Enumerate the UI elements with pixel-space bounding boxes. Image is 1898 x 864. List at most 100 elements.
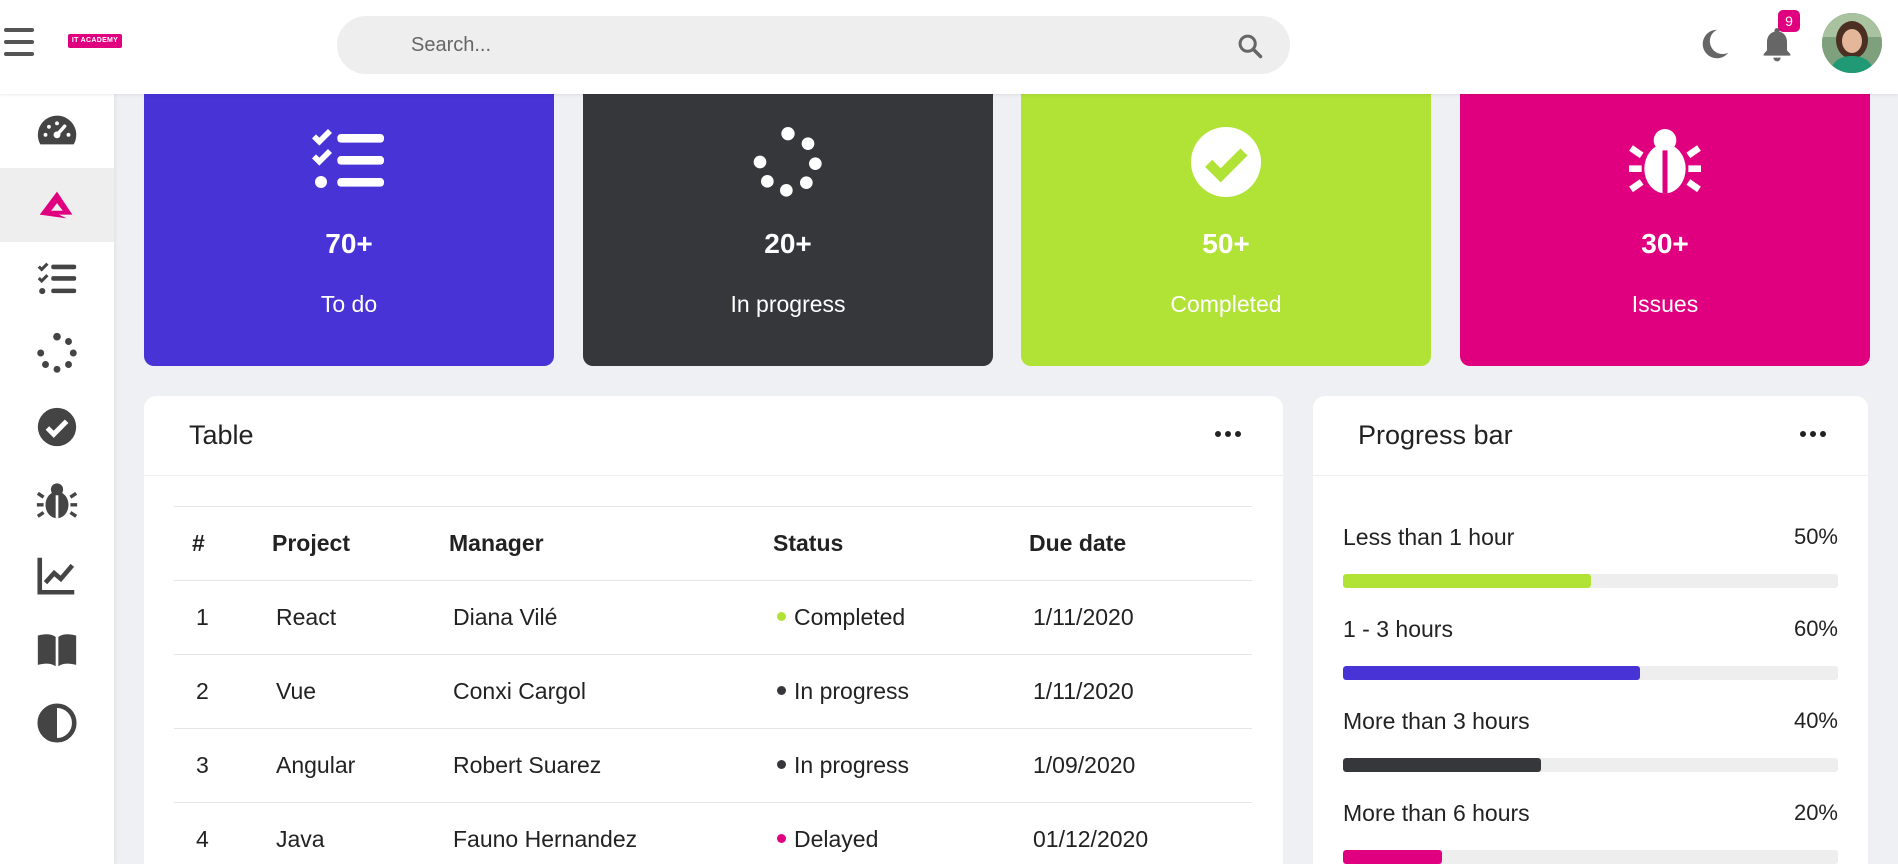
- stat-label: Issues: [1631, 291, 1699, 317]
- academy-logo-icon: [39, 191, 73, 219]
- notification-badge: 9: [1778, 10, 1800, 32]
- cell-status: In progress: [755, 654, 1011, 729]
- status-text: Completed: [794, 604, 906, 630]
- progress-label: 1 - 3 hours: [1343, 616, 1453, 642]
- table-row[interactable]: 3 Angular Robert Suarez In progress 1/09/202…: [174, 728, 1252, 803]
- cell-project: Angular: [254, 728, 431, 803]
- cell-project: Java: [254, 802, 431, 864]
- column-header-manager[interactable]: Manager: [431, 506, 755, 581]
- cell-due-date: 1/11/2020: [1011, 654, 1252, 729]
- dashboard-gauge-icon: [37, 115, 77, 145]
- cell-status: In progress: [755, 728, 1011, 803]
- dark-mode-moon-icon[interactable]: [1696, 26, 1732, 62]
- progress-fill: [1343, 758, 1541, 772]
- search-input[interactable]: [411, 28, 1211, 62]
- more-options-icon[interactable]: [1800, 429, 1826, 439]
- column-header-number[interactable]: #: [174, 506, 254, 581]
- progress-track: [1343, 758, 1838, 772]
- sidebar-item-theme[interactable]: [0, 686, 114, 760]
- cell-number: 3: [174, 728, 254, 803]
- progress-panel-title: Progress bar: [1358, 420, 1513, 450]
- progress-percent: 20%: [1793, 800, 1838, 825]
- status-dot-icon: [777, 612, 786, 622]
- cell-project: Vue: [254, 654, 431, 729]
- progress-track: [1343, 850, 1838, 864]
- contrast-icon: [37, 703, 77, 743]
- cell-manager: Fauno Hernandez: [431, 802, 755, 864]
- in-progress-spinner-icon: [37, 332, 77, 373]
- cell-manager: Diana Vilé: [431, 580, 755, 655]
- sidebar-item-issues[interactable]: [0, 464, 114, 538]
- user-avatar[interactable]: [1822, 13, 1882, 73]
- sidebar-item-dashboard[interactable]: [0, 94, 114, 168]
- stat-card-issues[interactable]: 30+ Issues: [1460, 94, 1870, 366]
- cell-status: Completed: [755, 580, 1011, 655]
- projects-table: # Project Manager Status Due date 1 React…: [174, 506, 1252, 864]
- progress-label: More than 6 hours: [1343, 800, 1530, 826]
- cell-due-date: 01/12/2020: [1011, 802, 1252, 864]
- check-circle-icon: [1191, 127, 1261, 197]
- progress-label: More than 3 hours: [1343, 708, 1530, 734]
- sidebar-item-in-progress[interactable]: [0, 316, 114, 390]
- sidebar-item-todo[interactable]: [0, 242, 114, 316]
- column-header-project[interactable]: Project: [254, 506, 431, 581]
- status-text: In progress: [794, 678, 910, 704]
- cell-due-date: 1/11/2020: [1011, 580, 1252, 655]
- todo-list-icon: [37, 262, 77, 295]
- top-bar: IT ACADEMY 9: [0, 0, 1898, 94]
- sidebar-item-docs[interactable]: [0, 612, 114, 686]
- table-header-row: # Project Manager Status Due date: [174, 506, 1252, 581]
- progress-track: [1343, 666, 1838, 680]
- progress-percent: 50%: [1793, 524, 1838, 549]
- sidebar-item-academy[interactable]: [0, 168, 114, 242]
- checklist-icon: [311, 128, 384, 188]
- stat-count: 30+: [1641, 228, 1689, 259]
- column-header-status[interactable]: Status: [755, 506, 1011, 581]
- table-row[interactable]: 4 Java Fauno Hernandez Delayed 01/12/2020: [174, 802, 1252, 864]
- progress-panel: Progress bar Less than 1 hour 50% 1 - 3 ho…: [1313, 396, 1868, 864]
- status-dot-icon: [777, 686, 786, 696]
- stat-card-in-progress[interactable]: 20+ In progress: [583, 94, 993, 366]
- progress-percent: 60%: [1793, 616, 1838, 641]
- table-panel-title: Table: [189, 420, 254, 450]
- progress-fill: [1343, 574, 1591, 588]
- sidebar: [0, 94, 114, 864]
- cell-manager: Conxi Cargol: [431, 654, 755, 729]
- progress-label: Less than 1 hour: [1343, 524, 1515, 550]
- sidebar-item-statistics[interactable]: [0, 538, 114, 612]
- status-text: In progress: [794, 752, 910, 778]
- logo[interactable]: IT ACADEMY: [68, 34, 122, 48]
- table-row[interactable]: 1 React Diana Vilé Completed 1/11/2020: [174, 580, 1252, 655]
- search-bar: [337, 16, 1290, 74]
- progress-panel-header: Progress bar: [1313, 396, 1868, 476]
- hamburger-menu-icon[interactable]: [4, 28, 36, 58]
- stat-count: 50+: [1202, 228, 1250, 259]
- cell-manager: Robert Suarez: [431, 728, 755, 803]
- completed-check-icon: [37, 407, 77, 447]
- table-panel: Table # Project Manager Status Due date …: [144, 396, 1283, 864]
- stat-label: In progress: [730, 291, 846, 317]
- bug-icon: [36, 483, 78, 519]
- progress-fill: [1343, 666, 1640, 680]
- column-header-due-date[interactable]: Due date: [1011, 506, 1252, 581]
- stat-label: Completed: [1170, 291, 1282, 317]
- table-panel-header: Table: [144, 396, 1283, 476]
- stat-card-todo[interactable]: 70+ To do: [144, 94, 554, 366]
- cell-number: 2: [174, 654, 254, 729]
- status-dot-icon: [777, 760, 786, 770]
- cell-project: React: [254, 580, 431, 655]
- sidebar-item-completed[interactable]: [0, 390, 114, 464]
- status-text: Delayed: [794, 826, 879, 852]
- cell-number: 4: [174, 802, 254, 864]
- cell-status: Delayed: [755, 802, 1011, 864]
- book-icon: [37, 634, 77, 667]
- bug-icon: [1629, 129, 1701, 194]
- stat-label: To do: [320, 291, 378, 317]
- progress-fill: [1343, 850, 1442, 864]
- more-options-icon[interactable]: [1215, 429, 1241, 439]
- search-icon[interactable]: [1236, 32, 1264, 60]
- cell-due-date: 1/09/2020: [1011, 728, 1252, 803]
- stat-count: 20+: [764, 228, 812, 259]
- stat-card-completed[interactable]: 50+ Completed: [1021, 94, 1431, 366]
- table-row[interactable]: 2 Vue Conxi Cargol In progress 1/11/2020: [174, 654, 1252, 729]
